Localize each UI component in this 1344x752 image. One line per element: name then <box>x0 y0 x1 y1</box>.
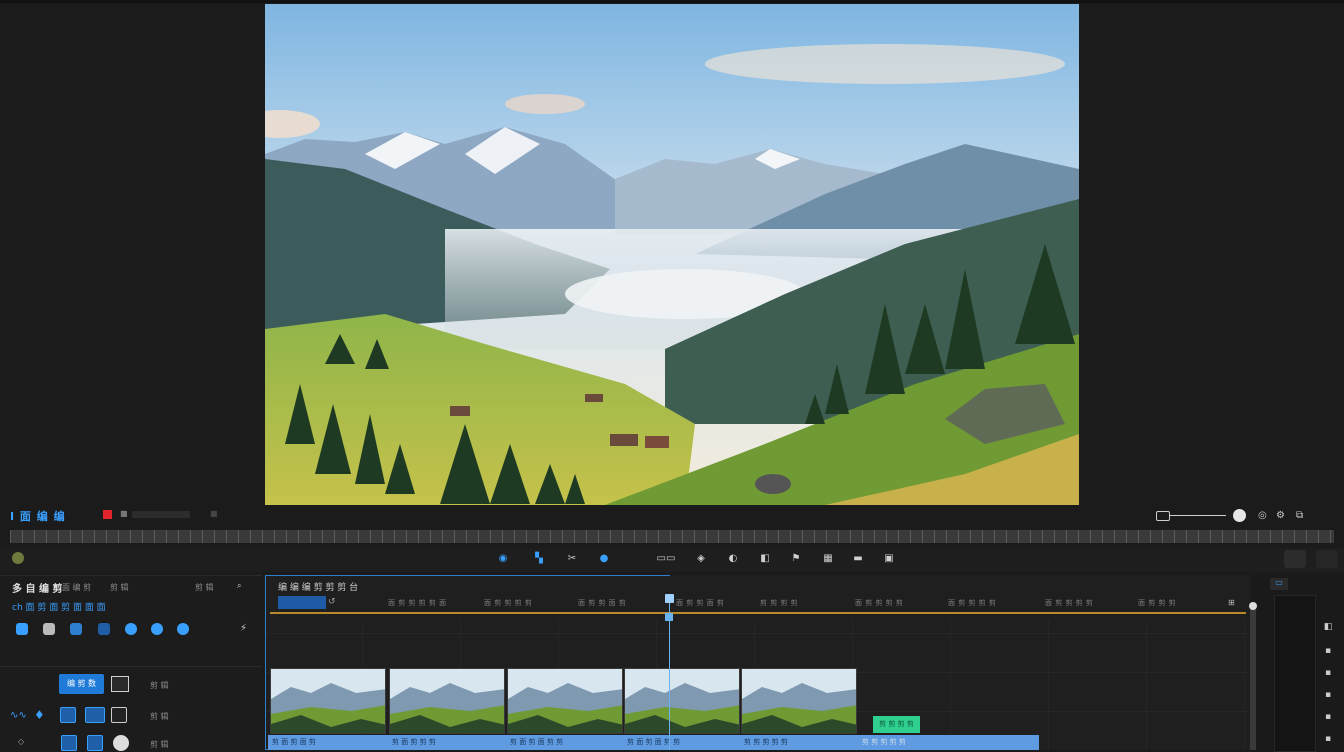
audio-meter <box>1274 595 1316 752</box>
ripple-icon[interactable]: ● <box>598 553 610 565</box>
ruler-tick: 面 剪 剪 剪 剪 <box>484 599 533 607</box>
grid-icon[interactable]: ▦ <box>822 553 834 565</box>
record-icon[interactable]: ◉ <box>497 553 509 565</box>
meter-icon-6[interactable]: ▪ <box>1322 734 1334 746</box>
mini-progress-track[interactable] <box>132 511 190 518</box>
track-icon[interactable]: ◇ <box>18 737 24 746</box>
status-marker-2: ■ <box>210 509 218 518</box>
speed-icon[interactable] <box>151 623 163 635</box>
cut-icon[interactable]: ✂ <box>566 553 578 565</box>
undo-icon[interactable]: ↺ <box>328 597 336 607</box>
volume-slider-track[interactable] <box>1170 515 1226 516</box>
meter-icon-1[interactable]: ◧ <box>1322 622 1334 634</box>
video-clip[interactable] <box>741 668 857 734</box>
video-clip[interactable] <box>507 668 623 734</box>
ruler-tick: 面 剪 剪 剪 剪 <box>948 599 997 607</box>
flag-icon[interactable]: ⚑ <box>790 553 802 565</box>
preview-monitor[interactable] <box>265 4 1079 505</box>
panel-title: 多 自 编 剪 <box>12 584 63 595</box>
link-icon[interactable] <box>98 623 110 635</box>
ruler-tick: 面 剪 剪 面 剪 <box>676 599 725 607</box>
timeline-scrollbar[interactable] <box>1250 605 1256 750</box>
snap-toggle[interactable] <box>1284 550 1306 568</box>
timecode-chip[interactable] <box>278 596 326 609</box>
divider <box>0 666 262 667</box>
audio-icon[interactable] <box>125 623 137 635</box>
video-track-icon[interactable] <box>16 623 28 635</box>
record-indicator[interactable] <box>103 510 112 519</box>
layout-icon[interactable]: ▬ <box>852 553 864 565</box>
timecode-label: I 面 编 编 <box>10 510 66 523</box>
effect-clip[interactable]: 剪 剪 剪 剪 <box>873 716 920 733</box>
track-label-2: 剪 辑 <box>150 712 169 721</box>
lock-icon[interactable] <box>60 707 76 723</box>
playhead-marker[interactable] <box>665 613 673 621</box>
fullscreen-icon[interactable]: ⧉ <box>1296 510 1303 521</box>
ruler-tick: 面 剪 剪 面 剪 <box>578 599 627 607</box>
audio-mix-icon[interactable]: ♦ <box>34 708 45 722</box>
ruler-tick: 面 剪 剪 剪 <box>1138 599 1177 607</box>
ruler-tick: 面 剪 剪 剪 剪 <box>855 599 904 607</box>
export-icon[interactable]: ▣ <box>883 553 895 565</box>
clip-icon[interactable] <box>43 623 55 635</box>
video-clip[interactable] <box>624 668 740 734</box>
status-marker: ■ <box>120 509 128 518</box>
eye-icon[interactable] <box>85 707 105 723</box>
ruler-end-icon[interactable]: ⊞ <box>1228 598 1235 607</box>
mute-icon[interactable] <box>111 707 127 723</box>
audio-clip-label: 剪 剪 剪 剪 剪 <box>744 738 788 746</box>
audio-clip-label: 剪 面 剪 剪 剪 <box>392 738 436 746</box>
inspector-tab[interactable]: ▭ <box>1270 578 1288 590</box>
wave-icon[interactable]: ∿∿ <box>10 710 27 721</box>
meter-icon-3[interactable]: ▪ <box>1322 668 1334 680</box>
track-label-1: 剪 辑 <box>150 681 169 690</box>
search-icon[interactable]: ⌕ <box>237 581 241 591</box>
waveform-toggle[interactable] <box>111 676 129 692</box>
scrub-bar[interactable] <box>10 530 1334 543</box>
loop-icon[interactable]: ◎ <box>1258 510 1267 521</box>
magic-icon[interactable]: ⚡ <box>240 623 247 634</box>
eye-icon-2[interactable] <box>87 735 103 751</box>
audio-clip-label: 剪 面 剪 面 剪 剪 <box>510 738 564 746</box>
solo-icon[interactable] <box>113 735 129 751</box>
link-toggle[interactable] <box>1316 550 1338 568</box>
ruler-tick: 面 剪 剪 剪 剪 <box>1045 599 1094 607</box>
lock-icon-2[interactable] <box>61 735 77 751</box>
window-top-edge <box>0 0 1344 3</box>
layer-icon[interactable] <box>70 623 82 635</box>
playhead-handle[interactable] <box>665 594 674 603</box>
preview-image <box>265 4 1079 505</box>
video-clip[interactable] <box>270 668 386 734</box>
volume-slider-knob[interactable] <box>1233 509 1246 522</box>
audio-clip-label: 剪 剪 剪 剪 剪 <box>862 738 906 746</box>
panel-subtitle: ch 面 剪 面 剪 面 面 面 <box>12 603 106 613</box>
ruler-tick: 面 剪 剪 剪 剪 面 <box>388 599 447 607</box>
scrollbar-handle[interactable] <box>1249 602 1257 610</box>
meter-icon-5[interactable]: ▪ <box>1322 712 1334 724</box>
timeline-ruler-line <box>270 612 1246 614</box>
panel-tab-1[interactable]: 面 编 剪 <box>62 582 91 593</box>
project-status-icon[interactable] <box>12 552 24 564</box>
timeline-title: 编 编 编 剪 剪 剪 台 <box>278 583 359 593</box>
text-icon[interactable]: ◧ <box>759 553 771 565</box>
crop-icon[interactable]: ▭▭ <box>655 553 677 565</box>
audio-clip-label: 剪 面 剪 面 剪 剪 <box>627 738 681 746</box>
audio-clip-label: 剪 面 剪 面 剪 <box>272 738 316 746</box>
info-icon[interactable] <box>177 623 189 635</box>
marker-icon[interactable]: ▚ <box>533 553 545 565</box>
meter-icon-4[interactable]: ▪ <box>1322 690 1334 702</box>
color-icon[interactable]: ◐ <box>727 553 739 565</box>
settings-icon[interactable]: ⚙ <box>1276 510 1285 521</box>
panel-tab-2[interactable]: 剪 辑 <box>110 582 129 593</box>
track-label-3: 剪 辑 <box>150 740 169 749</box>
video-clip[interactable] <box>389 668 505 734</box>
speaker-icon[interactable] <box>1156 511 1170 521</box>
panel-tab-3[interactable]: 剪 辑 <box>195 582 214 593</box>
track-action-button[interactable]: 编 剪 数 <box>59 674 104 694</box>
meter-icon-2[interactable]: ▪ <box>1322 646 1334 658</box>
ruler-tick: 剪 剪 剪 剪 <box>760 599 799 607</box>
mask-icon[interactable]: ◈ <box>695 553 707 565</box>
